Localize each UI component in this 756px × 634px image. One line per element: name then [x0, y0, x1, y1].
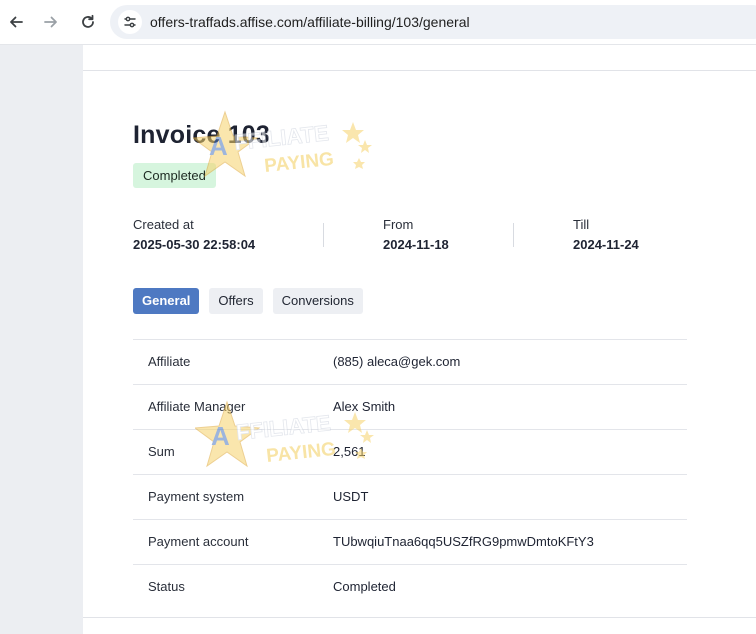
- row-value: Completed: [333, 579, 396, 594]
- row-label: Sum: [148, 444, 175, 459]
- browser-toolbar: offers-traffads.affise.com/affiliate-bil…: [0, 0, 756, 45]
- main-content: Invoice 103 Completed Created at 2025-05…: [83, 45, 756, 634]
- page-title: Invoice 103: [133, 121, 271, 149]
- status-badge: Completed: [133, 163, 216, 188]
- row-label: Status: [148, 579, 185, 594]
- top-strip: [83, 45, 756, 71]
- tab-general[interactable]: General: [133, 288, 200, 314]
- row-label: Affiliate Manager: [148, 399, 246, 414]
- till-label: Till: [573, 217, 590, 232]
- table-row: Affiliate (885) aleca@gek.com: [133, 339, 687, 384]
- url-text[interactable]: offers-traffads.affise.com/affiliate-bil…: [150, 14, 470, 30]
- row-value: (885) aleca@gek.com: [333, 354, 461, 369]
- created-at-label: Created at: [133, 217, 194, 232]
- row-value: TUbwqiuTnaa6qq5USZfRG9pmwDmtoKFtY3: [333, 534, 594, 549]
- site-info-button[interactable]: [118, 10, 142, 34]
- arrow-forward-icon: [44, 16, 57, 28]
- tab-offers[interactable]: Offers: [209, 288, 263, 314]
- till-block: Till 2024-11-24: [573, 217, 639, 252]
- sidebar: [0, 45, 83, 634]
- tab-conversions[interactable]: Conversions: [272, 288, 363, 314]
- svg-text:PAYING: PAYING: [263, 149, 335, 177]
- row-label: Payment system: [148, 489, 245, 504]
- table-row: Affiliate Manager Alex Smith: [133, 384, 687, 429]
- created-at-block: Created at 2025-05-30 22:58:04: [133, 217, 255, 252]
- table-row: Status Completed: [133, 564, 687, 609]
- reload-button[interactable]: [76, 10, 100, 34]
- from-label: From: [383, 217, 414, 232]
- site-info-icon: [124, 16, 136, 28]
- row-value: Alex Smith: [333, 399, 396, 414]
- row-label: Payment account: [148, 534, 249, 549]
- back-button[interactable]: [4, 10, 28, 34]
- reload-icon: [82, 14, 94, 28]
- from-value: 2024-11-18: [383, 237, 449, 252]
- row-value: USDT: [333, 489, 369, 504]
- tab-bar: General Offers Conversions: [133, 288, 363, 314]
- details-table: Affiliate (885) aleca@gek.com Affiliate …: [133, 339, 687, 609]
- from-block: From 2024-11-18: [383, 217, 449, 252]
- row-value: 2,561: [333, 444, 366, 459]
- forward-button[interactable]: [39, 10, 63, 34]
- divider: [323, 223, 324, 247]
- divider: [513, 223, 514, 247]
- table-row: Payment system USDT: [133, 474, 687, 519]
- row-label: Affiliate: [148, 354, 191, 369]
- till-value: 2024-11-24: [573, 237, 639, 252]
- arrow-back-icon: [10, 16, 23, 28]
- table-row: Sum 2,561: [133, 429, 687, 474]
- table-row: Payment account TUbwqiuTnaa6qq5USZfRG9pm…: [133, 519, 687, 564]
- address-bar[interactable]: offers-traffads.affise.com/affiliate-bil…: [110, 5, 756, 39]
- created-at-value: 2025-05-30 22:58:04: [133, 237, 256, 252]
- divider: [83, 617, 756, 618]
